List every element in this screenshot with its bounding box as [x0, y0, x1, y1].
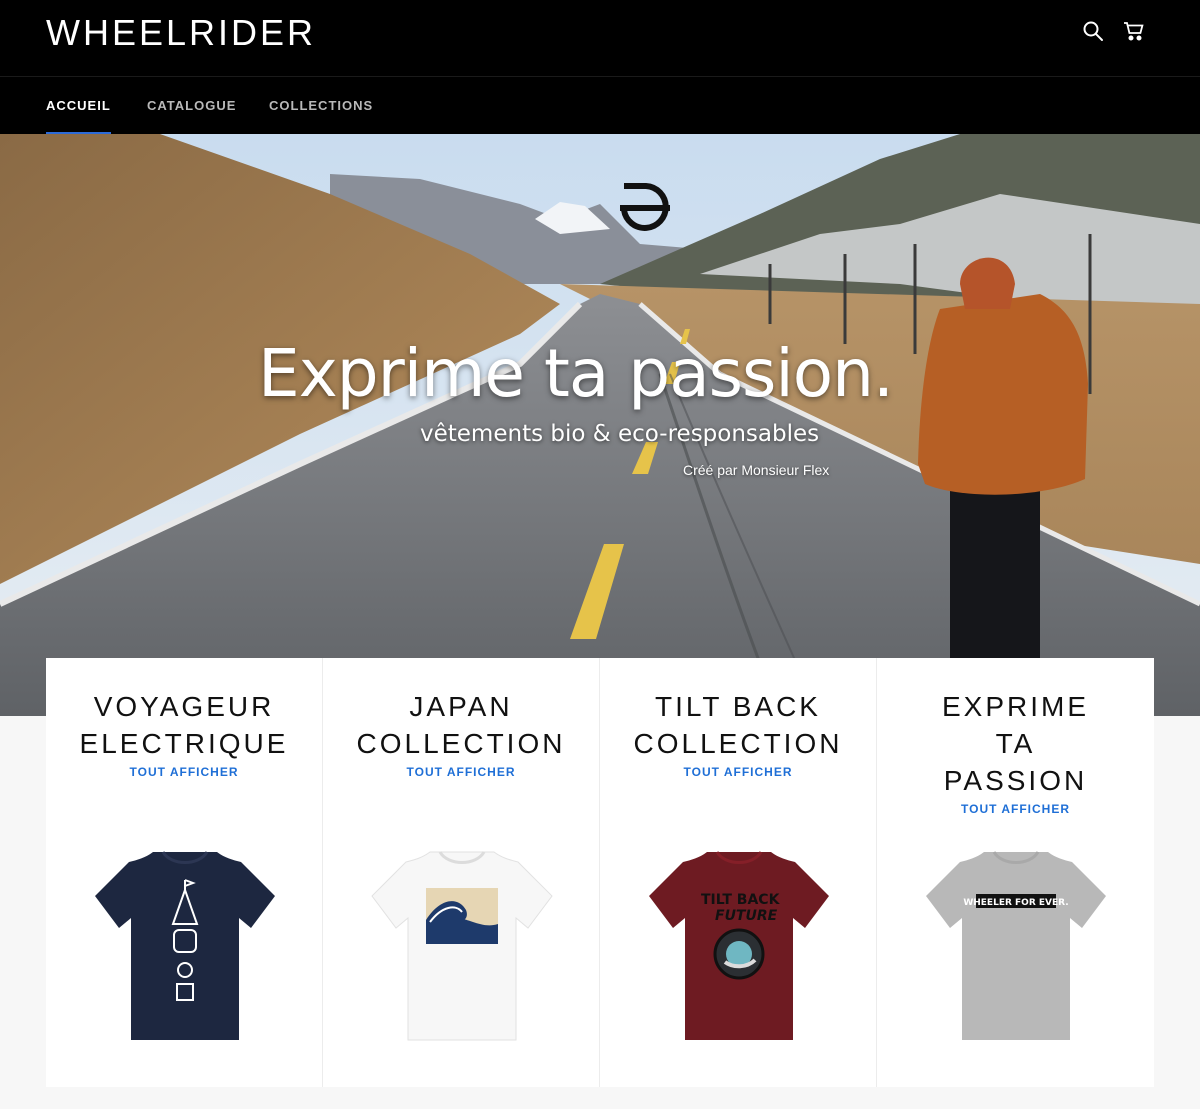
print-text-top: TILT BACK — [701, 892, 781, 908]
product-image[interactable]: TILT BACK FUTURE — [647, 850, 831, 1042]
collection-grid: VOYAGEUR ELECTRIQUE TOUT AFFICHER JAPAN — [46, 658, 1154, 1087]
collection-title: TILT BACK COLLECTION — [633, 691, 843, 759]
view-all-link[interactable]: TOUT AFFICHER — [323, 765, 599, 779]
product-image[interactable] — [370, 850, 554, 1042]
store-logo[interactable]: WHEELRIDER — [46, 12, 316, 54]
cart-icon[interactable] — [1123, 20, 1145, 42]
print-text: WHEELER FOR EVER. — [963, 898, 1068, 908]
product-image[interactable]: WHEELER FOR EVER. — [924, 850, 1108, 1042]
collection-card-tilt-back[interactable]: TILT BACK COLLECTION TOUT AFFICHER TILT … — [600, 658, 877, 1087]
print-text-bottom: FUTURE — [715, 908, 778, 924]
collection-card-exprime[interactable]: EXPRIME TA PASSION TOUT AFFICHER WHEELER… — [877, 658, 1154, 1087]
view-all-link[interactable]: TOUT AFFICHER — [600, 765, 876, 779]
nav-item-collections[interactable]: COLLECTIONS — [269, 77, 373, 135]
hero-banner: Exprime ta passion. vêtements bio & eco-… — [0, 134, 1200, 716]
search-icon[interactable] — [1082, 20, 1104, 42]
collection-card-japan[interactable]: JAPAN COLLECTION TOUT AFFICHER — [323, 658, 600, 1087]
nav-item-catalogue[interactable]: CATALOGUE — [147, 77, 236, 135]
hero-title: Exprime ta passion. — [258, 335, 894, 412]
hero-subtitle: vêtements bio & eco-responsables — [420, 421, 820, 447]
collection-title: JAPAN COLLECTION — [356, 691, 566, 759]
hero-credit: Créé par Monsieur Flex — [683, 462, 830, 478]
nav-item-accueil[interactable]: ACCUEIL — [46, 77, 111, 135]
brand-logo-icon — [616, 178, 674, 236]
product-image[interactable] — [93, 850, 277, 1042]
collection-title: EXPRIME TA PASSION — [941, 691, 1090, 796]
collection-card-voyageur[interactable]: VOYAGEUR ELECTRIQUE TOUT AFFICHER — [46, 658, 323, 1087]
main-nav: ACCUEIL CATALOGUE COLLECTIONS — [0, 76, 1200, 135]
collection-title: VOYAGEUR ELECTRIQUE — [79, 691, 289, 759]
top-header: WHEELRIDER — [0, 0, 1200, 76]
view-all-link[interactable]: TOUT AFFICHER — [46, 765, 322, 779]
view-all-link[interactable]: TOUT AFFICHER — [877, 802, 1154, 816]
